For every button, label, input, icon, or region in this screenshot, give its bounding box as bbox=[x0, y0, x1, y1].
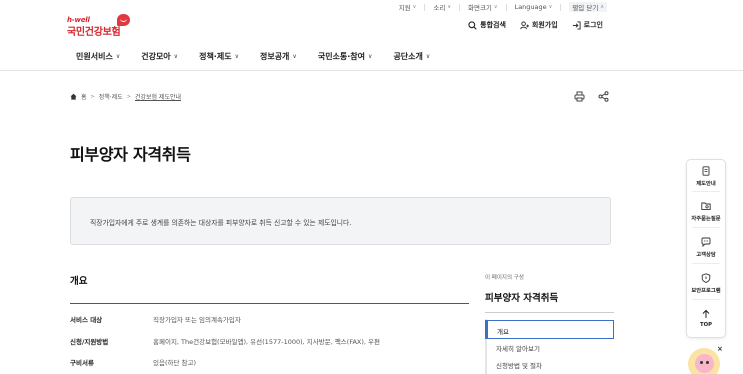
chevron-down-icon: ∨ bbox=[548, 4, 553, 10]
toc-caption: 이 페이지의 구성 bbox=[485, 275, 524, 281]
summary-text: 직장가입자에게 주로 생계를 의존하는 대상자를 피부양자로 취득 신고할 수 … bbox=[90, 219, 352, 227]
scroll-top-button[interactable]: TOP bbox=[687, 309, 725, 328]
row-value: 있음(하단 참고) bbox=[153, 359, 197, 367]
row-key: 구비서류 bbox=[70, 359, 94, 367]
share-icon bbox=[598, 90, 608, 102]
utility-sound[interactable]: 소리 ∨ bbox=[433, 2, 451, 12]
chevron-down-icon: ∨ bbox=[368, 53, 373, 60]
section-divider bbox=[70, 303, 469, 304]
chevron-down-icon: ∨ bbox=[412, 4, 417, 10]
utility-language[interactable]: Language ∨ bbox=[515, 2, 553, 12]
utility-bar: 지원 ∨ 소리 ∨ 화면크기 ∨ Language ∨ 펼입 닫기 ∧ bbox=[399, 2, 607, 12]
mascot-eye bbox=[700, 361, 703, 364]
mascot-eye bbox=[706, 361, 709, 364]
search-icon bbox=[468, 20, 477, 30]
chevron-down-icon: ∨ bbox=[447, 4, 451, 10]
divider bbox=[458, 3, 460, 11]
login-button[interactable]: 로그인 bbox=[572, 20, 603, 30]
logo-name: 국민건강보험 bbox=[67, 27, 121, 38]
chevron-right-icon: > bbox=[90, 93, 95, 100]
quick-item-security[interactable]: 보안프로그램 bbox=[687, 273, 725, 294]
divider bbox=[692, 263, 720, 264]
chatbot-close-button[interactable]: × bbox=[717, 345, 723, 353]
folder-search-icon bbox=[701, 202, 711, 211]
chevron-down-icon: ∨ bbox=[493, 4, 498, 10]
breadcrumb-home[interactable]: 홈 bbox=[81, 92, 87, 101]
breadcrumb-policy[interactable]: 정책·제도 bbox=[99, 92, 123, 101]
toc-title: 피부양자 자격취득 bbox=[485, 293, 559, 304]
header-actions: 통합검색 회원가입 로그인 bbox=[468, 20, 603, 30]
nav-participation[interactable]: 국민소통·참여 ∨ bbox=[318, 51, 373, 62]
chevron-up-icon: ∧ bbox=[600, 4, 604, 10]
row-key: 서비스 대상 bbox=[70, 316, 103, 324]
chevron-down-icon: ∨ bbox=[173, 53, 179, 60]
arrow-up-icon bbox=[702, 309, 710, 318]
home-icon[interactable] bbox=[70, 93, 77, 100]
join-button[interactable]: 회원가입 bbox=[520, 20, 558, 30]
breadcrumb-current[interactable]: 건강보험 제도안내 bbox=[135, 92, 181, 101]
user-add-icon bbox=[520, 20, 529, 29]
divider bbox=[424, 3, 426, 11]
chevron-down-icon: ∨ bbox=[292, 53, 297, 60]
toc-divider bbox=[485, 312, 614, 313]
document-icon bbox=[702, 166, 710, 176]
page-summary-box: 직장가입자에게 주로 생계를 의존하는 대상자를 피부양자로 취득 신고할 수 … bbox=[70, 197, 611, 245]
nav-about[interactable]: 공단소개 ∨ bbox=[393, 51, 430, 62]
quick-item-consult[interactable]: 고객상담 bbox=[687, 237, 725, 258]
chevron-down-icon: ∨ bbox=[115, 53, 121, 60]
quick-item-faq[interactable]: 자주묻는질문 bbox=[687, 201, 725, 222]
page-title: 피부양자 자격취득 bbox=[70, 145, 191, 164]
row-key: 신청/지원방법 bbox=[70, 338, 109, 346]
site-logo[interactable]: h-well 국민건강보험 bbox=[67, 14, 130, 38]
quick-menu: 제도안내 자주묻는질문 고객상담 보안프로그램 TOP bbox=[686, 159, 726, 338]
print-button[interactable] bbox=[573, 90, 585, 102]
main-navigation: 민원서비스 ∨ 건강모아 ∨ 정책·제도 ∨ 정보공개 ∨ 국민소통·참여 ∨ 공단소개 ∨ bbox=[0, 42, 743, 71]
chat-bubble-icon bbox=[701, 237, 711, 247]
row-value: 직장가입자 또는 임의계속가입자 bbox=[153, 316, 241, 324]
breadcrumb: 홈 > 정책·제도 > 건강보험 제도안내 bbox=[70, 92, 181, 101]
chevron-right-icon: > bbox=[126, 93, 131, 100]
divider bbox=[505, 3, 507, 11]
utility-screen-size[interactable]: 화면크기 ∨ bbox=[468, 2, 498, 12]
nav-disclosure[interactable]: 정보공개 ∨ bbox=[260, 51, 297, 62]
utility-support[interactable]: 지원 ∨ bbox=[399, 2, 417, 12]
quick-item-guide[interactable]: 제도안내 bbox=[687, 166, 725, 187]
search-button[interactable]: 통합검색 bbox=[468, 20, 506, 30]
page-tools bbox=[573, 90, 609, 102]
chevron-down-icon: ∨ bbox=[234, 53, 239, 60]
row-value: 홈페이지, The건강보험(모바일앱), 유선(1577-1000), 지사방문… bbox=[153, 338, 380, 346]
share-button[interactable] bbox=[597, 90, 609, 102]
toc-item-procedure[interactable]: 신청방법 및 절차 bbox=[485, 355, 614, 374]
nav-health-moa[interactable]: 건강모아 ∨ bbox=[141, 51, 178, 62]
nav-civil-service[interactable]: 민원서비스 ∨ bbox=[76, 51, 120, 62]
divider bbox=[692, 227, 720, 228]
chatbot-button[interactable] bbox=[688, 348, 720, 374]
divider bbox=[692, 299, 720, 300]
overview-heading: 개요 bbox=[70, 276, 88, 287]
chatbot-mascot-icon bbox=[695, 354, 714, 373]
divider bbox=[560, 3, 562, 11]
shield-icon bbox=[701, 273, 711, 283]
nav-policy[interactable]: 정책·제도 ∨ bbox=[199, 51, 239, 62]
toc-item-overview[interactable]: 개요 bbox=[485, 320, 614, 339]
login-icon bbox=[572, 20, 581, 30]
logo-heart-icon bbox=[117, 14, 130, 26]
print-icon bbox=[574, 91, 584, 101]
chevron-down-icon: ∨ bbox=[425, 53, 431, 60]
utility-fold-toggle[interactable]: 펼입 닫기 ∧ bbox=[569, 2, 607, 12]
divider bbox=[692, 191, 720, 192]
